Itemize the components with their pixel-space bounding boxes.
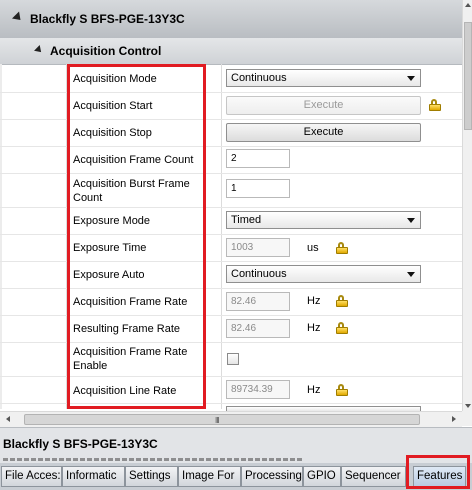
acquisition-stop-execute-button[interactable]: Execute xyxy=(226,123,421,142)
acquisition-frame-count-input[interactable]: 2 xyxy=(226,149,290,168)
acquisition-burst-frame-count-input[interactable]: 1 xyxy=(226,179,290,198)
vertical-scrollbar[interactable] xyxy=(462,0,472,411)
tab-file-access[interactable]: File Acces: xyxy=(1,466,62,487)
tab-information[interactable]: Informatic xyxy=(62,466,125,487)
exposure-auto-value: Continuous xyxy=(231,268,287,280)
acquisition-line-rate-input[interactable]: 89734.39 xyxy=(226,380,290,399)
scroll-left-icon[interactable] xyxy=(6,416,10,422)
description-title: Blackfly S BFS-PGE-13Y3C xyxy=(3,437,158,451)
lock-icon xyxy=(336,295,348,307)
highlight-labels-box xyxy=(67,64,206,409)
scroll-down-icon[interactable] xyxy=(465,404,471,408)
lock-icon xyxy=(336,242,348,254)
acquisition-line-rate-unit: Hz xyxy=(307,384,321,396)
lock-icon xyxy=(429,99,441,111)
chevron-down-icon xyxy=(407,272,415,277)
tab-bar: File Acces: Informatic Settings Image Fo… xyxy=(0,463,472,490)
description-pane: Blackfly S BFS-PGE-13Y3C xyxy=(0,427,472,464)
acquisition-frame-rate-unit: Hz xyxy=(307,295,321,307)
acquisition-mode-dropdown[interactable]: Continuous xyxy=(226,69,421,87)
tab-image-format[interactable]: Image For xyxy=(178,466,241,487)
chevron-down-icon xyxy=(407,218,415,223)
scroll-right-icon[interactable] xyxy=(452,416,456,422)
scroll-up-icon[interactable] xyxy=(465,3,471,7)
scroll-thumb[interactable]: III xyxy=(24,414,420,425)
scroll-corner xyxy=(462,411,472,426)
highlight-features-tab-box xyxy=(406,455,470,489)
acquisition-start-execute-button[interactable]: Execute xyxy=(226,96,421,115)
horizontal-scrollbar[interactable]: III xyxy=(0,411,462,427)
resulting-frame-rate-unit: Hz xyxy=(307,322,321,334)
tab-processing[interactable]: Processing xyxy=(241,466,303,487)
tab-gpio[interactable]: GPIO xyxy=(303,466,341,487)
tab-sequencer[interactable]: Sequencer xyxy=(341,466,406,487)
description-text-cutoff xyxy=(3,457,463,462)
chevron-down-icon xyxy=(407,76,415,81)
exposure-time-unit: us xyxy=(307,242,319,254)
exposure-mode-dropdown[interactable]: Timed xyxy=(226,211,421,229)
scroll-thumb[interactable] xyxy=(464,22,472,130)
tree-gutter xyxy=(0,64,2,409)
device-header[interactable]: Blackfly S BFS-PGE-13Y3C xyxy=(0,0,462,39)
scroll-grip: III xyxy=(215,416,220,425)
acquisition-frame-rate-input[interactable]: 82.46 xyxy=(226,292,290,311)
lock-icon xyxy=(336,384,348,396)
lock-icon xyxy=(336,322,348,334)
section-header[interactable]: Acquisition Control xyxy=(0,38,462,65)
exposure-auto-dropdown[interactable]: Continuous xyxy=(226,265,421,283)
collapse-triangle-icon[interactable] xyxy=(34,45,44,55)
acquisition-mode-value: Continuous xyxy=(231,72,287,84)
tab-settings[interactable]: Settings xyxy=(125,466,178,487)
section-title: Acquisition Control xyxy=(50,44,162,58)
resulting-frame-rate-input[interactable]: 82.46 xyxy=(226,319,290,338)
exposure-mode-value: Timed xyxy=(231,214,262,226)
exposure-time-input[interactable]: 1003 xyxy=(226,238,290,257)
device-title: Blackfly S BFS-PGE-13Y3C xyxy=(30,12,185,26)
collapse-triangle-icon[interactable] xyxy=(11,11,25,24)
acquisition-frame-rate-enable-checkbox[interactable] xyxy=(227,353,239,365)
column-divider xyxy=(221,64,222,409)
